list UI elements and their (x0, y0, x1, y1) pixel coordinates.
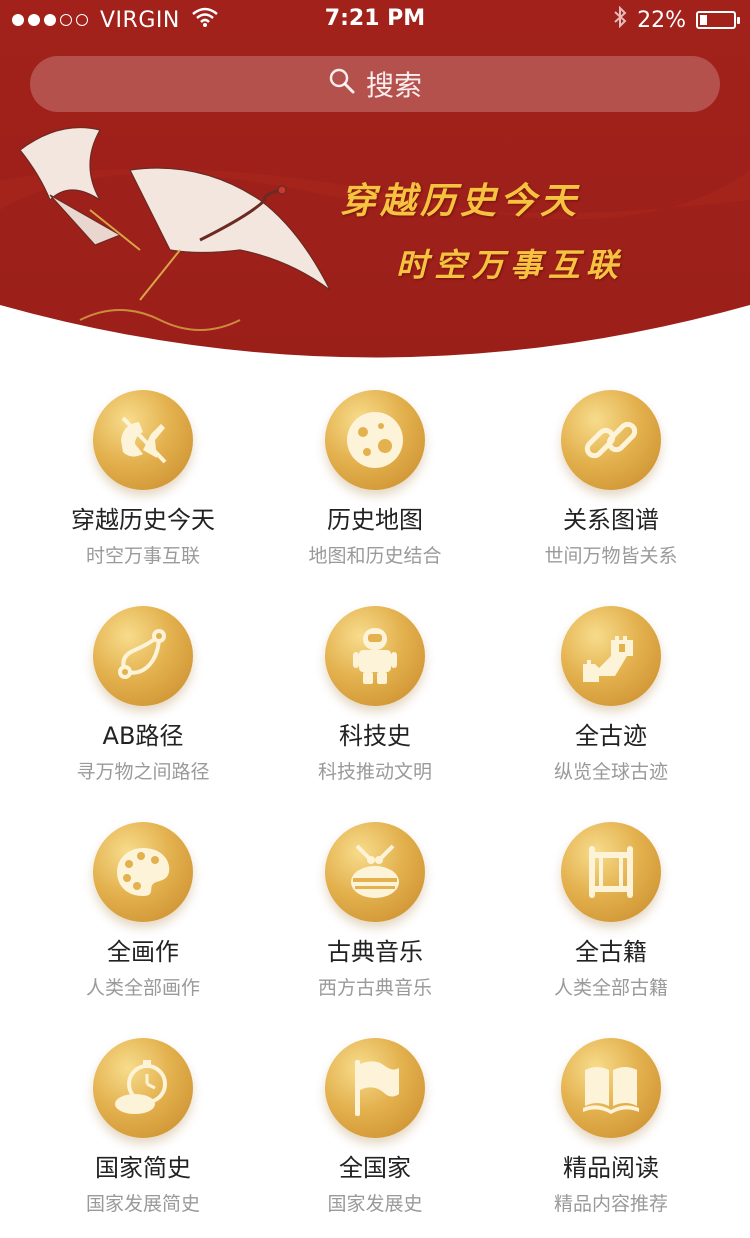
status-bar: VIRGIN 7:21 PM 22% (0, 0, 750, 40)
tile-subtitle: 寻万物之间路径 (76, 761, 210, 783)
battery-level (700, 15, 707, 25)
tile-ancient-books[interactable]: 全古籍 人类全部古籍 (486, 822, 736, 1022)
tile-country-brief-history[interactable]: 国家简史 国家发展简史 (18, 1038, 268, 1238)
tile-relation-graph[interactable]: 关系图谱 世间万物皆关系 (486, 390, 736, 590)
scroll-icon (561, 822, 661, 922)
tile-title: 穿越历史今天 (71, 506, 215, 534)
moon-map-icon (325, 390, 425, 490)
battery-percent: 22% (637, 7, 686, 33)
astronaut-icon (325, 606, 425, 706)
tile-subtitle: 时空万事互联 (85, 545, 200, 567)
status-right: 22% (613, 5, 740, 34)
tile-title: 历史地图 (327, 506, 423, 534)
tile-title: 全古迹 (575, 722, 647, 750)
tile-featured-reading[interactable]: 精品阅读 精品内容推荐 (486, 1038, 736, 1238)
tile-title: 古典音乐 (327, 938, 423, 966)
tile-subtitle: 人类全部画作 (85, 977, 200, 999)
tile-time-travel[interactable]: 穿越历史今天 时空万事互联 (18, 390, 268, 590)
tile-title: AB路径 (102, 722, 184, 750)
tile-subtitle: 世间万物皆关系 (544, 545, 678, 567)
banner-slogan-line1: 穿越历史今天 (340, 180, 581, 222)
time-travel-icon (93, 390, 193, 490)
tile-title: 全画作 (107, 938, 179, 966)
tile-subtitle: 西方古典音乐 (317, 977, 432, 999)
great-wall-icon (561, 606, 661, 706)
tile-subtitle: 纵览全球古迹 (553, 761, 668, 783)
tile-title: 国家简史 (95, 1154, 191, 1182)
tile-tech-history[interactable]: 科技史 科技推动文明 (250, 606, 500, 806)
tile-title: 精品阅读 (563, 1154, 659, 1182)
tile-subtitle: 精品内容推荐 (553, 1193, 668, 1215)
link-icon (561, 390, 661, 490)
tile-subtitle: 科技推动文明 (317, 761, 432, 783)
tile-subtitle: 人类全部古籍 (553, 977, 668, 999)
path-icon (93, 606, 193, 706)
tile-history-map[interactable]: 历史地图 地图和历史结合 (250, 390, 500, 590)
tile-title: 科技史 (339, 722, 411, 750)
banner-slogan-line2: 时空万事互联 (396, 246, 625, 284)
tile-ancient-sites[interactable]: 全古迹 纵览全球古迹 (486, 606, 736, 806)
search-icon (328, 67, 356, 102)
header-banner: VIRGIN 7:21 PM 22% 搜索 穿越历史今天 时空万事互联 (0, 0, 750, 370)
tile-title: 全古籍 (575, 938, 647, 966)
search-bar[interactable]: 搜索 (30, 56, 720, 112)
flag-icon (325, 1038, 425, 1138)
drum-icon (325, 822, 425, 922)
tile-subtitle: 国家发展简史 (85, 1193, 200, 1215)
tile-paintings[interactable]: 全画作 人类全部画作 (18, 822, 268, 1022)
tile-classical-music[interactable]: 古典音乐 西方古典音乐 (250, 822, 500, 1022)
palette-icon (93, 822, 193, 922)
tile-subtitle: 地图和历史结合 (308, 545, 442, 567)
tile-ab-path[interactable]: AB路径 寻万物之间路径 (18, 606, 268, 806)
stopwatch-icon (93, 1038, 193, 1138)
tile-all-countries[interactable]: 全国家 国家发展史 (250, 1038, 500, 1238)
tile-subtitle: 国家发展史 (327, 1193, 423, 1215)
book-icon (561, 1038, 661, 1138)
tile-title: 全国家 (339, 1154, 411, 1182)
bluetooth-icon (613, 5, 627, 34)
battery-icon (696, 11, 740, 29)
tile-title: 关系图谱 (563, 506, 659, 534)
search-label: 搜索 (365, 69, 422, 102)
